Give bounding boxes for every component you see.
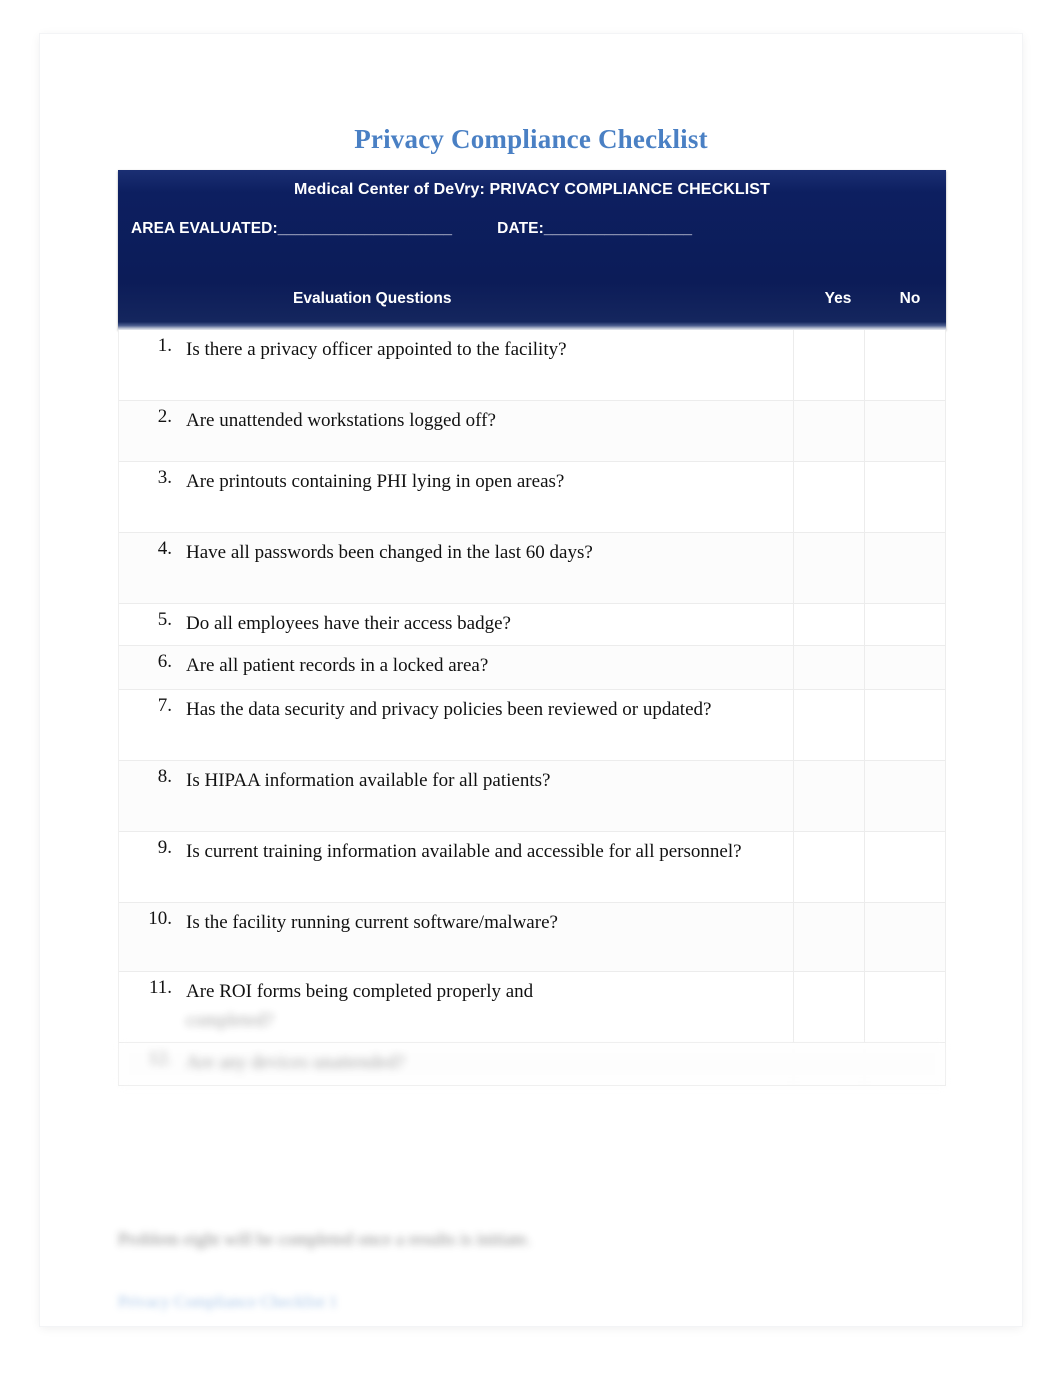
page-title: Privacy Compliance Checklist <box>354 124 708 154</box>
table-row: 4. Have all passwords been changed in the… <box>119 533 945 604</box>
area-evaluated-label: AREA EVALUATED: <box>131 220 278 237</box>
row-question: Has the data security and privacy polici… <box>182 690 794 760</box>
row-no-cell[interactable] <box>865 646 945 689</box>
row-yes-cell[interactable] <box>794 972 865 1042</box>
row-question: Do all employees have their access badge… <box>182 604 794 645</box>
row-no-cell[interactable] <box>865 604 945 645</box>
column-header-no: No <box>899 290 921 307</box>
org-title: Medical Center of DeVry: PRIVACY COMPLIA… <box>294 181 770 198</box>
row-number: 7. <box>157 695 172 716</box>
row-question: Is current training information availabl… <box>182 832 794 902</box>
row-yes-cell[interactable] <box>794 462 865 532</box>
row-no-cell[interactable] <box>865 690 945 760</box>
row-number: 6. <box>157 651 172 672</box>
row-question-text: Are ROI forms being completed properly a… <box>186 981 534 1002</box>
table-row: 11. Are ROI forms being completed properl… <box>119 972 945 1043</box>
column-header-questions: Evaluation Questions <box>293 290 452 307</box>
row-yes-cell[interactable] <box>794 646 865 689</box>
checklist-rows: 1. Is there a privacy officer appointed t… <box>118 330 946 1086</box>
row-number: 4. <box>157 538 172 559</box>
date-input[interactable]: _________________ <box>544 220 692 237</box>
date-label: DATE: <box>497 220 544 237</box>
row-yes-cell[interactable] <box>794 903 865 971</box>
table-row: 6. Are all patient records in a locked ar… <box>119 646 945 690</box>
table-row: 7. Has the data security and privacy poli… <box>119 690 945 761</box>
row-no-cell[interactable] <box>865 401 945 461</box>
row-question: Are printouts containing PHI lying in op… <box>182 462 794 532</box>
row-question: Are any devices unattended? <box>182 1043 794 1084</box>
footer-note: Problem eight will be completed once a r… <box>118 1229 531 1249</box>
privacy-compliance-table: Medical Center of DeVry: PRIVACY COMPLIA… <box>118 170 946 1086</box>
row-no-cell[interactable] <box>865 533 945 603</box>
row-yes-cell[interactable] <box>794 604 865 645</box>
document-page: Privacy Compliance Checklist Medical Cen… <box>40 34 1022 1326</box>
row-no-cell[interactable] <box>865 330 945 400</box>
row-number: 9. <box>157 837 172 858</box>
row-question: Is there a privacy officer appointed to … <box>182 330 794 400</box>
row-yes-cell[interactable] <box>794 1043 865 1084</box>
footer-link[interactable]: Privacy Compliance Checklist 1 <box>118 1292 538 1312</box>
area-evaluated-input[interactable]: ____________________ <box>278 220 452 237</box>
column-header-row: Evaluation Questions Yes No <box>118 282 946 322</box>
table-row: 3. Are printouts containing PHI lying in … <box>119 462 945 533</box>
row-question-obscured: completed? <box>186 1010 274 1031</box>
table-row: 8. Is HIPAA information available for all… <box>119 761 945 832</box>
table-row: 12. Are any devices unattended? <box>119 1043 945 1085</box>
row-yes-cell[interactable] <box>794 401 865 461</box>
column-header-yes: Yes <box>824 290 852 307</box>
row-question: Have all passwords been changed in the l… <box>182 533 794 603</box>
row-yes-cell[interactable] <box>794 690 865 760</box>
header-bottom-fade <box>118 322 946 330</box>
row-no-cell[interactable] <box>865 761 945 831</box>
row-no-cell[interactable] <box>865 462 945 532</box>
row-number: 10. <box>148 908 172 929</box>
row-number: 1. <box>157 335 172 356</box>
row-no-cell[interactable] <box>865 1043 945 1084</box>
form-fields-line: AREA EVALUATED:____________________ DATE:… <box>118 199 946 238</box>
row-question: Is the facility running current software… <box>182 903 794 971</box>
row-no-cell[interactable] <box>865 972 945 1042</box>
table-header-panel: Medical Center of DeVry: PRIVACY COMPLIA… <box>118 170 946 330</box>
row-number: 8. <box>157 766 172 787</box>
table-row: 10. Is the facility running current softw… <box>119 903 945 972</box>
row-yes-cell[interactable] <box>794 533 865 603</box>
row-number: 3. <box>157 467 172 488</box>
row-question: Are all patient records in a locked area… <box>182 646 794 689</box>
row-yes-cell[interactable] <box>794 832 865 902</box>
row-question: Is HIPAA information available for all p… <box>182 761 794 831</box>
row-number: 11. <box>148 977 172 998</box>
row-number: 2. <box>157 406 172 427</box>
row-number: 12. <box>148 1048 172 1069</box>
header-spacer <box>118 238 946 282</box>
row-question: Are ROI forms being completed properly a… <box>182 972 794 1042</box>
row-number: 5. <box>157 609 172 630</box>
row-no-cell[interactable] <box>865 903 945 971</box>
table-row: 2. Are unattended workstations logged off… <box>119 401 945 462</box>
row-yes-cell[interactable] <box>794 761 865 831</box>
row-question: Are unattended workstations logged off? <box>182 401 794 461</box>
row-yes-cell[interactable] <box>794 330 865 400</box>
table-row: 5. Do all employees have their access bad… <box>119 604 945 646</box>
table-row: 9. Is current training information availa… <box>119 832 945 903</box>
row-no-cell[interactable] <box>865 832 945 902</box>
table-row: 1. Is there a privacy officer appointed t… <box>119 330 945 401</box>
